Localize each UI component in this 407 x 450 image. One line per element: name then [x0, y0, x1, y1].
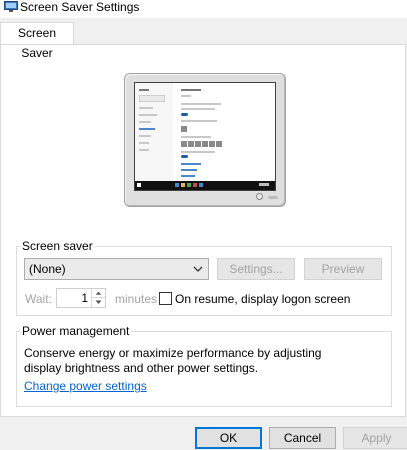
tab-strip: Screen Saver	[0, 18, 407, 60]
monitor-power-led	[256, 193, 263, 200]
change-power-settings-link[interactable]: Change power settings	[24, 379, 147, 393]
dialog-button-bar: OK Cancel Apply	[0, 417, 407, 450]
resume-logon-label[interactable]: On resume, display logon screen	[175, 292, 350, 306]
title-bar: Screen Saver Settings	[0, 0, 407, 18]
screen-saver-app-icon	[4, 1, 18, 12]
stepper-down-icon[interactable]	[92, 298, 105, 307]
screen-saver-group-title: Screen saver	[20, 239, 95, 253]
minutes-label: minutes	[115, 292, 158, 306]
settings-button[interactable]: Settings...	[217, 258, 295, 280]
preview-button[interactable]: Preview	[304, 258, 382, 280]
stepper-up-icon[interactable]	[92, 289, 105, 298]
apply-button[interactable]: Apply	[343, 427, 407, 449]
wait-minutes-stepper[interactable]: 1	[56, 288, 106, 308]
wait-label: Wait:	[25, 292, 52, 306]
window-title: Screen Saver Settings	[20, 0, 140, 14]
power-management-description: Conserve energy or maximize performance …	[24, 346, 322, 375]
wait-value: 1	[81, 291, 88, 305]
resume-logon-checkbox[interactable]	[159, 292, 172, 305]
cancel-button[interactable]: Cancel	[269, 427, 336, 449]
power-management-group-title: Power management	[20, 324, 132, 338]
monitor-button	[268, 196, 278, 199]
chevron-down-icon	[193, 266, 203, 272]
tab-screen-saver[interactable]: Screen Saver	[0, 22, 74, 60]
screen-saver-selected: (None)	[29, 262, 66, 276]
screen-saver-select[interactable]: (None)	[24, 258, 209, 280]
preview-screen	[134, 82, 276, 191]
monitor-preview	[124, 73, 286, 207]
ok-button[interactable]: OK	[195, 427, 262, 449]
stepper-buttons	[91, 289, 105, 307]
preview-taskbar	[135, 181, 275, 190]
